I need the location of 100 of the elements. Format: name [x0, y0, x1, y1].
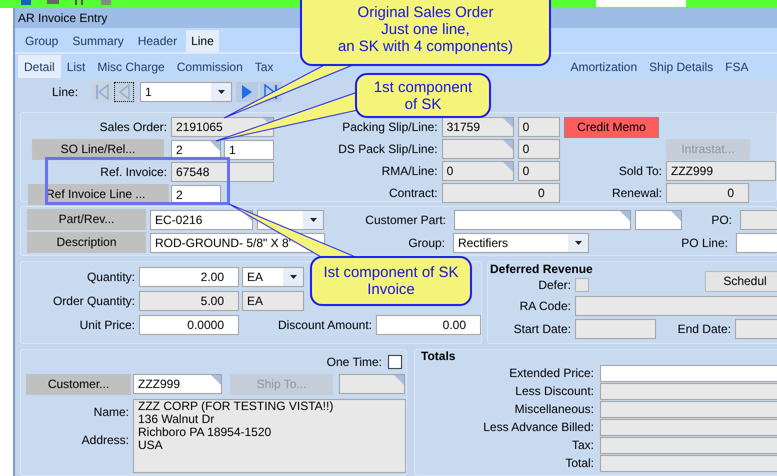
field-label: Discount Amount: — [276, 317, 373, 334]
tab[interactable]: Amortization — [564, 55, 644, 78]
next-record-icon — [241, 84, 253, 100]
input-field[interactable]: 0.0000 — [139, 315, 239, 335]
input-field[interactable] — [600, 400, 777, 418]
input-field[interactable] — [442, 139, 514, 159]
section-title: Totals — [421, 350, 456, 363]
field-label: PO Line: — [680, 234, 729, 252]
tab[interactable]: Group — [20, 30, 64, 52]
field-label: Sales Order: — [98, 119, 168, 136]
dropdown[interactable]: 1 — [140, 82, 232, 102]
field-label: Defer: — [537, 277, 572, 294]
field-label: Group: — [407, 234, 446, 252]
input-field[interactable]: 0 — [442, 161, 514, 181]
input-field[interactable]: ZZZ999 — [133, 374, 222, 394]
input-field[interactable]: 0 — [518, 117, 560, 137]
field-label: Less Advance Billed: — [482, 419, 595, 436]
dropdown[interactable]: Rectifiers — [453, 232, 589, 252]
input-field[interactable]: 0 — [666, 183, 749, 203]
input-field[interactable] — [600, 436, 777, 454]
field-label: Extended Price: — [508, 365, 595, 382]
tab[interactable]: Commission — [170, 55, 249, 78]
field-label: One Time: — [326, 354, 383, 371]
input-field[interactable]: 0 — [518, 139, 560, 159]
form-button[interactable]: Schedul — [705, 270, 777, 292]
lookup-corner-icon — [671, 210, 681, 220]
field-label: Sold To: — [618, 163, 663, 180]
form-button[interactable]: Credit Memo — [564, 116, 659, 138]
field-label: PO: — [710, 212, 733, 228]
input-field[interactable]: 2.00 — [139, 267, 239, 287]
checkbox[interactable] — [388, 355, 402, 369]
input-field[interactable] — [600, 418, 777, 436]
form-button[interactable]: Customer... — [26, 374, 131, 394]
input-field[interactable] — [635, 210, 682, 230]
input-field[interactable] — [454, 210, 631, 230]
tab[interactable]: Line — [186, 30, 219, 52]
toolbar-icon — [74, 0, 86, 6]
input-field[interactable]: 1 — [224, 140, 274, 160]
field-label: Unit Price: — [78, 317, 136, 334]
field-label: RA Code: — [518, 298, 572, 315]
tab[interactable]: Tax — [248, 55, 280, 78]
input-field[interactable] — [740, 210, 777, 230]
field-label: Ref. Invoice: — [99, 164, 168, 181]
field-label: End Date: — [676, 321, 732, 338]
field-label: Order Quantity: — [52, 293, 136, 310]
dropdown[interactable]: EA — [242, 267, 304, 287]
first-record-icon — [95, 84, 109, 100]
input-field[interactable] — [600, 454, 777, 472]
caret-icon — [290, 275, 296, 279]
tab[interactable]: Header — [132, 30, 182, 52]
input-field[interactable]: ZZZ999 — [666, 161, 776, 181]
tab[interactable]: Ship Details — [643, 55, 720, 78]
input-field[interactable]: 67548 — [171, 162, 274, 182]
field-label: Tax: — [570, 437, 595, 454]
tab[interactable]: FSA — [719, 55, 755, 78]
field-label: Line: — [52, 84, 80, 101]
input-field[interactable]: 0.00 — [376, 315, 481, 335]
input-field[interactable]: EA — [242, 291, 304, 311]
lookup-corner-icon — [394, 375, 404, 385]
form-button[interactable]: Description — [27, 232, 146, 253]
field-label: Less Discount: — [514, 383, 595, 400]
toolbar-field[interactable] — [596, 0, 686, 7]
input-field[interactable] — [736, 232, 777, 252]
field-label: Start Date: — [512, 321, 572, 338]
input-field[interactable] — [600, 382, 777, 400]
input-field[interactable] — [735, 319, 777, 339]
callout: 1st component of SK — [355, 73, 491, 118]
caret-icon — [574, 240, 582, 244]
input-field[interactable] — [339, 374, 405, 394]
address-field[interactable]: ZZZ CORP (FOR TESTING VISTA!!) 136 Walnut Dr Richboro PA 18954-1520 USA — [133, 399, 406, 473]
tab[interactable]: Detail — [18, 55, 61, 78]
input-field[interactable]: 0 — [442, 183, 560, 203]
tab[interactable]: Misc Charge — [91, 55, 171, 78]
field-label: Address: — [82, 432, 129, 449]
input-field[interactable]: 2 — [171, 184, 221, 204]
form-button[interactable]: Part/Rev... — [27, 209, 146, 230]
callout: Ist component of SK Invoice — [310, 256, 472, 306]
input-field[interactable] — [575, 319, 656, 339]
input-field[interactable]: EC-0216 — [150, 210, 253, 230]
caret-icon — [310, 218, 316, 222]
caret-icon — [218, 90, 224, 94]
previous-record-icon — [118, 84, 130, 100]
field-label: Renewal: — [610, 185, 663, 202]
section-title: Deferred Revenue — [490, 262, 594, 276]
input-field[interactable] — [575, 296, 777, 316]
field-label: DS Pack Slip/Line: — [337, 141, 439, 158]
input-field[interactable]: 5.00 — [139, 291, 239, 311]
field-label: Customer Part: — [364, 212, 447, 228]
field-label: Quantity: — [86, 269, 136, 286]
toolbar-icon — [20, 0, 32, 6]
input-field[interactable] — [600, 364, 777, 382]
field-label: Packing Slip/Line: — [341, 119, 439, 136]
tab[interactable]: Summary — [67, 30, 129, 52]
field-label: Miscellaneous: — [514, 401, 595, 418]
input-field[interactable]: 31759 — [442, 117, 514, 137]
field-label: RMA/Line: — [380, 163, 439, 180]
tab[interactable]: List — [60, 55, 92, 78]
input-field[interactable]: 0 — [518, 161, 560, 181]
field-label: Name: — [94, 404, 129, 421]
field-label: Total: — [564, 455, 595, 472]
